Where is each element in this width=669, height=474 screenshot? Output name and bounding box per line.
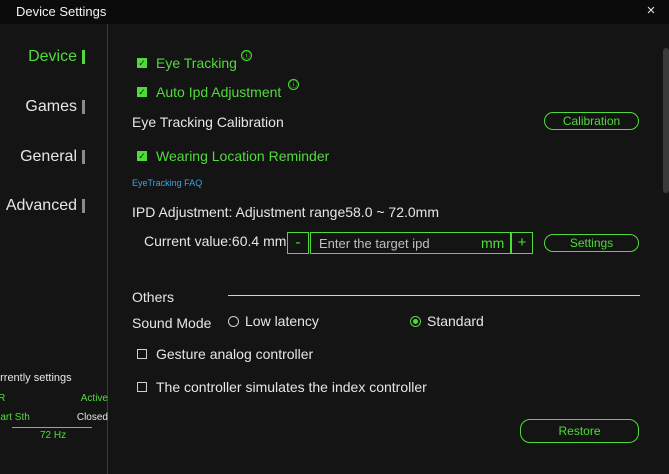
item-indicator bbox=[82, 100, 85, 114]
radio-label: Standard bbox=[427, 313, 484, 329]
sidebar-item-games[interactable]: Games bbox=[25, 98, 85, 116]
status-value: Active bbox=[80, 393, 108, 404]
info-icon[interactable]: ⓘ bbox=[241, 50, 252, 61]
low-latency-radio[interactable]: Low latency bbox=[228, 313, 319, 329]
status-row: FR Active bbox=[0, 393, 108, 404]
info-icon[interactable]: ⓘ bbox=[288, 79, 299, 90]
scrollbar[interactable] bbox=[663, 48, 669, 193]
sidebar-item-device[interactable]: Device bbox=[28, 48, 85, 66]
item-indicator bbox=[82, 150, 85, 164]
status-divider bbox=[12, 427, 92, 428]
wearing-reminder-checkbox[interactable]: ✓ Wearing Location Reminder bbox=[137, 148, 329, 164]
status-key: FR bbox=[0, 393, 6, 404]
close-icon[interactable]: × bbox=[643, 2, 659, 20]
index-controller-label: The controller simulates the index contr… bbox=[156, 379, 427, 395]
sidebar: Device Games General Advanced bbox=[0, 24, 108, 474]
eye-tracking-label: Eye Tracking bbox=[156, 55, 237, 71]
gesture-controller-label: Gesture analog controller bbox=[156, 346, 314, 362]
radio-icon bbox=[410, 315, 421, 327]
restore-button[interactable]: Restore bbox=[520, 419, 639, 443]
current-ipd-value: Current value:60.4 mm bbox=[144, 233, 287, 249]
sidebar-item-label: General bbox=[20, 148, 77, 165]
radio-label: Low latency bbox=[245, 313, 319, 329]
device-settings-content: ✓ Eye Tracking ⓘ ✓ Auto Ipd Adjustment ⓘ… bbox=[108, 24, 669, 474]
ipd-settings-button[interactable]: Settings bbox=[544, 234, 639, 252]
radio-icon bbox=[228, 315, 239, 327]
status-value: Closed bbox=[76, 412, 108, 423]
ipd-decrease-button[interactable]: - bbox=[287, 232, 309, 254]
sidebar-item-label: Device bbox=[28, 48, 77, 65]
sound-mode-label: Sound Mode bbox=[132, 315, 212, 331]
section-divider bbox=[228, 295, 640, 296]
checkbox-icon bbox=[137, 382, 147, 392]
sidebar-item-label: Games bbox=[25, 98, 77, 115]
status-heading: urrently settings bbox=[0, 372, 72, 384]
eye-tracking-checkbox[interactable]: ✓ Eye Tracking bbox=[137, 55, 237, 71]
standard-radio[interactable]: Standard bbox=[410, 313, 484, 329]
sidebar-item-label: Advanced bbox=[5, 197, 77, 214]
ipd-adjustment-heading: IPD Adjustment: Adjustment range58.0 ~ 7… bbox=[132, 204, 440, 220]
auto-ipd-checkbox[interactable]: ✓ Auto Ipd Adjustment bbox=[137, 84, 281, 100]
window-title: Device Settings bbox=[16, 4, 107, 19]
check-icon: ✓ bbox=[137, 58, 147, 68]
sidebar-item-advanced[interactable]: Advanced bbox=[6, 197, 85, 215]
gesture-controller-checkbox[interactable]: Gesture analog controller bbox=[137, 346, 313, 362]
check-icon: ✓ bbox=[137, 151, 147, 161]
index-controller-checkbox[interactable]: The controller simulates the index contr… bbox=[137, 379, 427, 395]
check-icon: ✓ bbox=[137, 87, 147, 97]
calibration-label: Eye Tracking Calibration bbox=[132, 114, 284, 130]
item-indicator bbox=[82, 199, 85, 213]
calibration-button[interactable]: Calibration bbox=[544, 112, 639, 130]
active-indicator bbox=[82, 50, 85, 64]
ipd-unit: mm bbox=[481, 235, 505, 251]
auto-ipd-label: Auto Ipd Adjustment bbox=[156, 84, 282, 100]
ipd-increase-button[interactable]: + bbox=[511, 232, 533, 254]
others-heading: Others bbox=[132, 289, 175, 305]
wearing-reminder-label: Wearing Location Reminder bbox=[156, 148, 330, 164]
eyetracking-faq-link[interactable]: EyeTracking FAQ bbox=[132, 178, 202, 188]
checkbox-icon bbox=[137, 349, 147, 359]
title-bar: Device Settings × bbox=[0, 0, 669, 24]
sidebar-item-general[interactable]: General bbox=[20, 148, 85, 166]
refresh-rate: 72 Hz bbox=[40, 430, 67, 441]
status-key: mart Sth bbox=[0, 412, 30, 423]
status-row: mart Sth Closed bbox=[0, 412, 108, 423]
